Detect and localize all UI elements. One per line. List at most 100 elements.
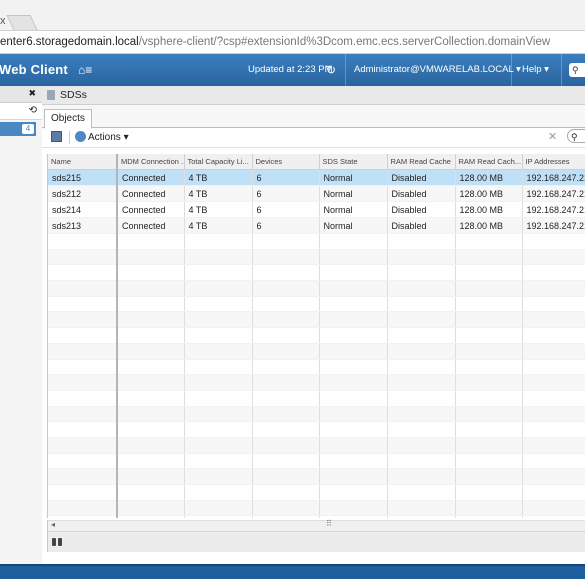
column-header-ram-read-cache[interactable]: RAM Read Cache [387, 154, 456, 170]
tab-objects[interactable]: Objects [44, 109, 92, 129]
empty-cell [387, 468, 456, 485]
help-menu[interactable]: Help ▾ [522, 54, 549, 86]
empty-cell [117, 311, 185, 329]
empty-cell [319, 311, 388, 329]
navigator-header: ✖ [0, 86, 42, 103]
browser-tabstrip: x [0, 0, 585, 31]
actions-menu-button[interactable]: Actions ▾ [75, 130, 129, 145]
empty-row [48, 249, 585, 266]
scroll-left-icon[interactable]: ◂ [51, 520, 55, 529]
filter-input[interactable]: ⚲ [567, 129, 585, 143]
column-header-ip-addresses[interactable]: IP Addresses [522, 154, 585, 170]
home-menu-icon[interactable]: ⌂≡ [78, 64, 94, 76]
url-path: /vsphere-client/?csp#extensionId%3Dcom.e… [138, 36, 551, 48]
clear-filter-icon[interactable]: ✕ [548, 130, 560, 144]
column-header-total-capacity[interactable]: Total Capacity Li... [184, 154, 253, 170]
column-header-name[interactable]: Name [48, 154, 118, 170]
navigator-selected-item[interactable]: 4 [0, 122, 36, 136]
empty-cell [48, 468, 118, 485]
empty-cell [522, 515, 585, 518]
cell-sds-state: Normal [319, 169, 388, 186]
table-row[interactable]: sds215 Connected 4 TB 6 Normal Disabled 128.00… [48, 169, 585, 186]
new-object-icon[interactable] [51, 131, 62, 142]
empty-cell [184, 311, 253, 329]
cell-ram-read-cache-size: 128.00 MB [455, 169, 523, 186]
refresh-icon[interactable]: ↻ [326, 63, 338, 77]
column-header-sds-state[interactable]: SDS State [319, 154, 388, 170]
empty-cell [252, 421, 320, 438]
empty-cell [117, 453, 185, 470]
cell-name: sds215 [48, 169, 118, 186]
scroll-grip-icon[interactable]: ⠿ [326, 519, 332, 528]
empty-cell [48, 343, 118, 360]
empty-cell [319, 296, 388, 313]
empty-row [48, 296, 585, 313]
empty-cell [455, 406, 523, 423]
empty-row [48, 359, 585, 376]
user-menu[interactable]: Administrator@VMWARELAB.LOCAL ▾ [354, 54, 521, 86]
empty-cell [252, 280, 320, 297]
empty-cell [117, 359, 185, 376]
header-divider [345, 54, 346, 86]
cell-ram-read-cache: Disabled [387, 217, 456, 234]
binoculars-icon[interactable] [52, 537, 63, 546]
empty-cell [48, 390, 118, 407]
empty-cell [387, 374, 456, 391]
empty-cell [184, 515, 253, 518]
column-header-ram-read-cache-size[interactable]: RAM Read Cach... [455, 154, 523, 170]
item-count-badge: 4 [22, 124, 34, 134]
table-row[interactable]: sds212 Connected 4 TB 6 Normal Disabled 128.00… [48, 185, 585, 202]
global-search-input[interactable]: ⚲ [569, 63, 585, 77]
empty-cell [319, 484, 388, 501]
new-tab-button[interactable] [6, 15, 38, 30]
history-icon[interactable]: ⟲ [29, 105, 37, 116]
empty-cell [319, 264, 388, 282]
empty-cell [117, 374, 185, 391]
empty-cell [455, 249, 523, 266]
horizontal-scrollbar[interactable]: ◂ ⠿ [47, 519, 585, 531]
empty-cell [184, 484, 253, 501]
empty-cell [455, 437, 523, 454]
empty-cell [455, 280, 523, 297]
empty-cell [252, 453, 320, 470]
empty-cell [455, 390, 523, 407]
empty-cell [522, 374, 585, 391]
empty-cell [387, 280, 456, 297]
empty-cell [117, 343, 185, 360]
empty-cell [522, 343, 585, 360]
pin-icon[interactable]: ✖ [28, 88, 36, 99]
empty-cell [522, 406, 585, 423]
empty-cell [48, 406, 118, 423]
empty-cell [184, 233, 253, 250]
empty-cell [48, 421, 118, 438]
empty-cell [48, 296, 118, 313]
cell-ram-read-cache-size: 128.00 MB [455, 185, 523, 202]
empty-cell [117, 280, 185, 297]
updated-time: Updated at 2:23 PM [248, 64, 333, 75]
column-header-mdm-connection[interactable]: MDM Connection ... [117, 154, 185, 170]
empty-cell [387, 296, 456, 313]
empty-cell [252, 296, 320, 313]
table-row[interactable]: sds213 Connected 4 TB 6 Normal Disabled 128.00… [48, 217, 585, 234]
empty-cell [184, 264, 253, 282]
grid-footer [47, 531, 585, 552]
empty-cell [522, 390, 585, 407]
empty-cell [387, 327, 456, 344]
empty-cell [522, 311, 585, 329]
brand-title: Web Client [0, 62, 68, 77]
toolbar-divider [69, 131, 70, 144]
empty-cell [184, 374, 253, 391]
search-icon: ⚲ [572, 65, 579, 75]
empty-cell [48, 327, 118, 344]
empty-cell [455, 343, 523, 360]
empty-row [48, 264, 585, 282]
navigator-history-row: ⟲ [0, 103, 42, 120]
cell-name: sds212 [48, 185, 118, 202]
address-bar[interactable]: enter6.storagedomain.local/vsphere-clien… [0, 31, 585, 54]
empty-cell [522, 437, 585, 454]
column-header-devices[interactable]: Devices [252, 154, 320, 170]
empty-cell [522, 233, 585, 250]
empty-row [48, 233, 585, 250]
table-row[interactable]: sds214 Connected 4 TB 6 Normal Disabled 128.00… [48, 201, 585, 218]
cell-devices: 6 [252, 201, 320, 218]
